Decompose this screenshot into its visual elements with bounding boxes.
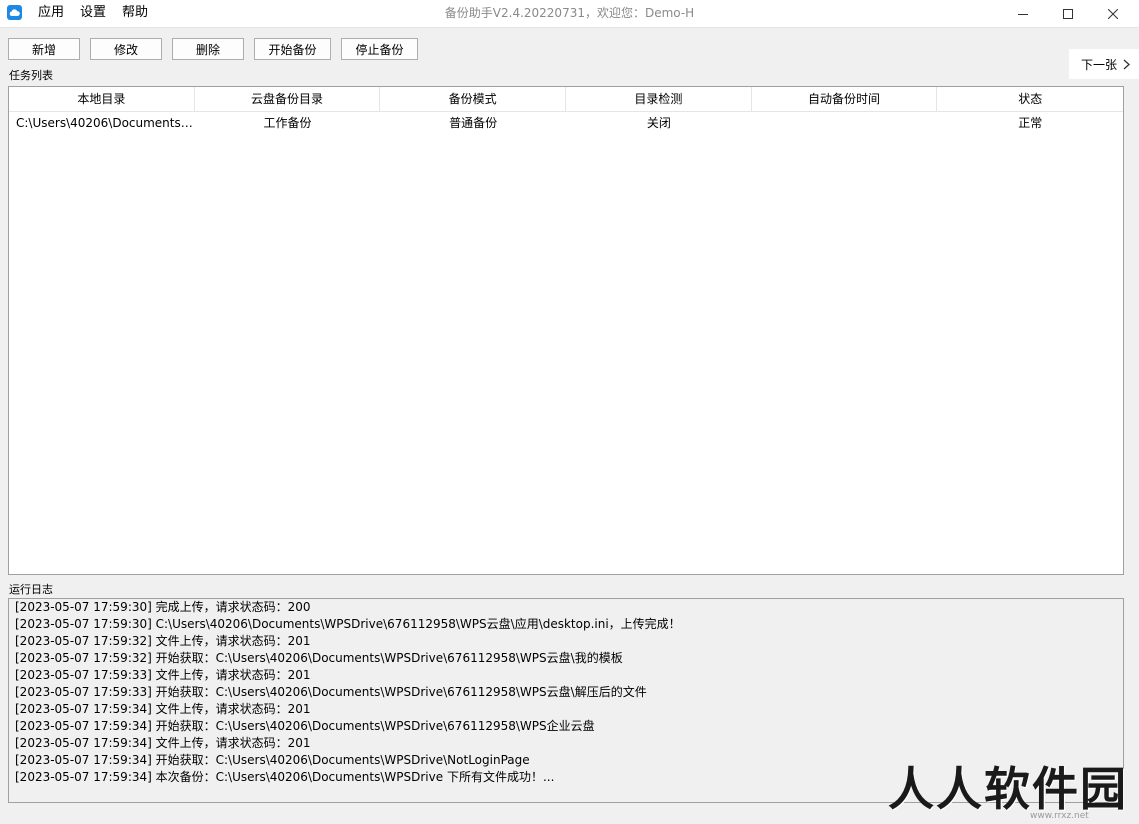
table-header: 本地目录 云盘备份目录 备份模式 目录检测 自动备份时间 状态	[9, 87, 1123, 112]
cell-dir-check: 关闭	[646, 116, 671, 130]
toolbar: 新增 修改 删除 开始备份 停止备份	[8, 38, 418, 60]
column-header-local-dir[interactable]: 本地目录	[9, 87, 195, 111]
log-line: [2023-05-07 17:59:32] 文件上传，请求状态码：201	[15, 634, 311, 648]
title-bar: 应用 设置 帮助 备份助手V2.4.20220731，欢迎您：Demo-H	[0, 0, 1139, 28]
next-page-button[interactable]: 下一张	[1069, 49, 1139, 79]
close-button[interactable]	[1090, 0, 1136, 27]
log-line: [2023-05-07 17:59:30] C:\Users\40206\Doc…	[15, 617, 681, 631]
column-header-dir-check[interactable]: 目录检测	[566, 87, 752, 111]
log-line: [2023-05-07 17:59:33] 开始获取：C:\Users\4020…	[15, 685, 647, 699]
column-header-auto-time[interactable]: 自动备份时间	[752, 87, 938, 111]
next-page-label: 下一张	[1081, 57, 1118, 72]
log-line: [2023-05-07 17:59:34] 文件上传，请求状态码：201	[15, 736, 311, 750]
column-header-backup-mode[interactable]: 备份模式	[380, 87, 567, 111]
edit-button[interactable]: 修改	[90, 38, 162, 60]
cell-local-dir: C:\Users\40206\Documents\...	[16, 116, 195, 130]
task-table: 本地目录 云盘备份目录 备份模式 目录检测 自动备份时间 状态 C:\Users…	[8, 86, 1124, 575]
column-header-cloud-dir[interactable]: 云盘备份目录	[195, 87, 381, 111]
log-line: [2023-05-07 17:59:34] 文件上传，请求状态码：201	[15, 702, 311, 716]
start-backup-button[interactable]: 开始备份	[254, 38, 331, 60]
log-line: [2023-05-07 17:59:33] 文件上传，请求状态码：201	[15, 668, 311, 682]
chevron-right-icon	[1123, 59, 1130, 69]
maximize-icon	[1063, 8, 1073, 19]
log-line: [2023-05-07 17:59:34] 开始获取：C:\Users\4020…	[15, 719, 595, 733]
add-button[interactable]: 新增	[8, 38, 80, 60]
maximize-button[interactable]	[1045, 0, 1091, 27]
log-title: 运行日志	[9, 583, 53, 596]
stop-backup-button[interactable]: 停止备份	[341, 38, 418, 60]
log-line: [2023-05-07 17:59:30] 完成上传，请求状态码：200	[15, 600, 311, 614]
watermark-url: www.rrxz.net	[1030, 811, 1089, 821]
cell-auto-time	[752, 112, 938, 134]
log-line: [2023-05-07 17:59:32] 开始获取：C:\Users\4020…	[15, 651, 623, 665]
cell-cloud-dir: 工作备份	[263, 116, 312, 130]
minimize-button[interactable]	[1000, 0, 1046, 27]
minimize-icon	[1018, 13, 1028, 15]
window-title: 备份助手V2.4.20220731，欢迎您：Demo-H	[444, 6, 695, 20]
watermark: 人人软件园	[888, 762, 1128, 816]
task-list-title: 任务列表	[9, 69, 53, 82]
cell-backup-mode: 普通备份	[449, 116, 498, 130]
cell-status: 正常	[1018, 116, 1043, 130]
delete-button[interactable]: 删除	[172, 38, 244, 60]
close-icon	[1108, 8, 1118, 19]
table-row[interactable]: C:\Users\40206\Documents\... 工作备份 普通备份 关…	[9, 112, 1123, 134]
column-header-status[interactable]: 状态	[937, 87, 1123, 111]
